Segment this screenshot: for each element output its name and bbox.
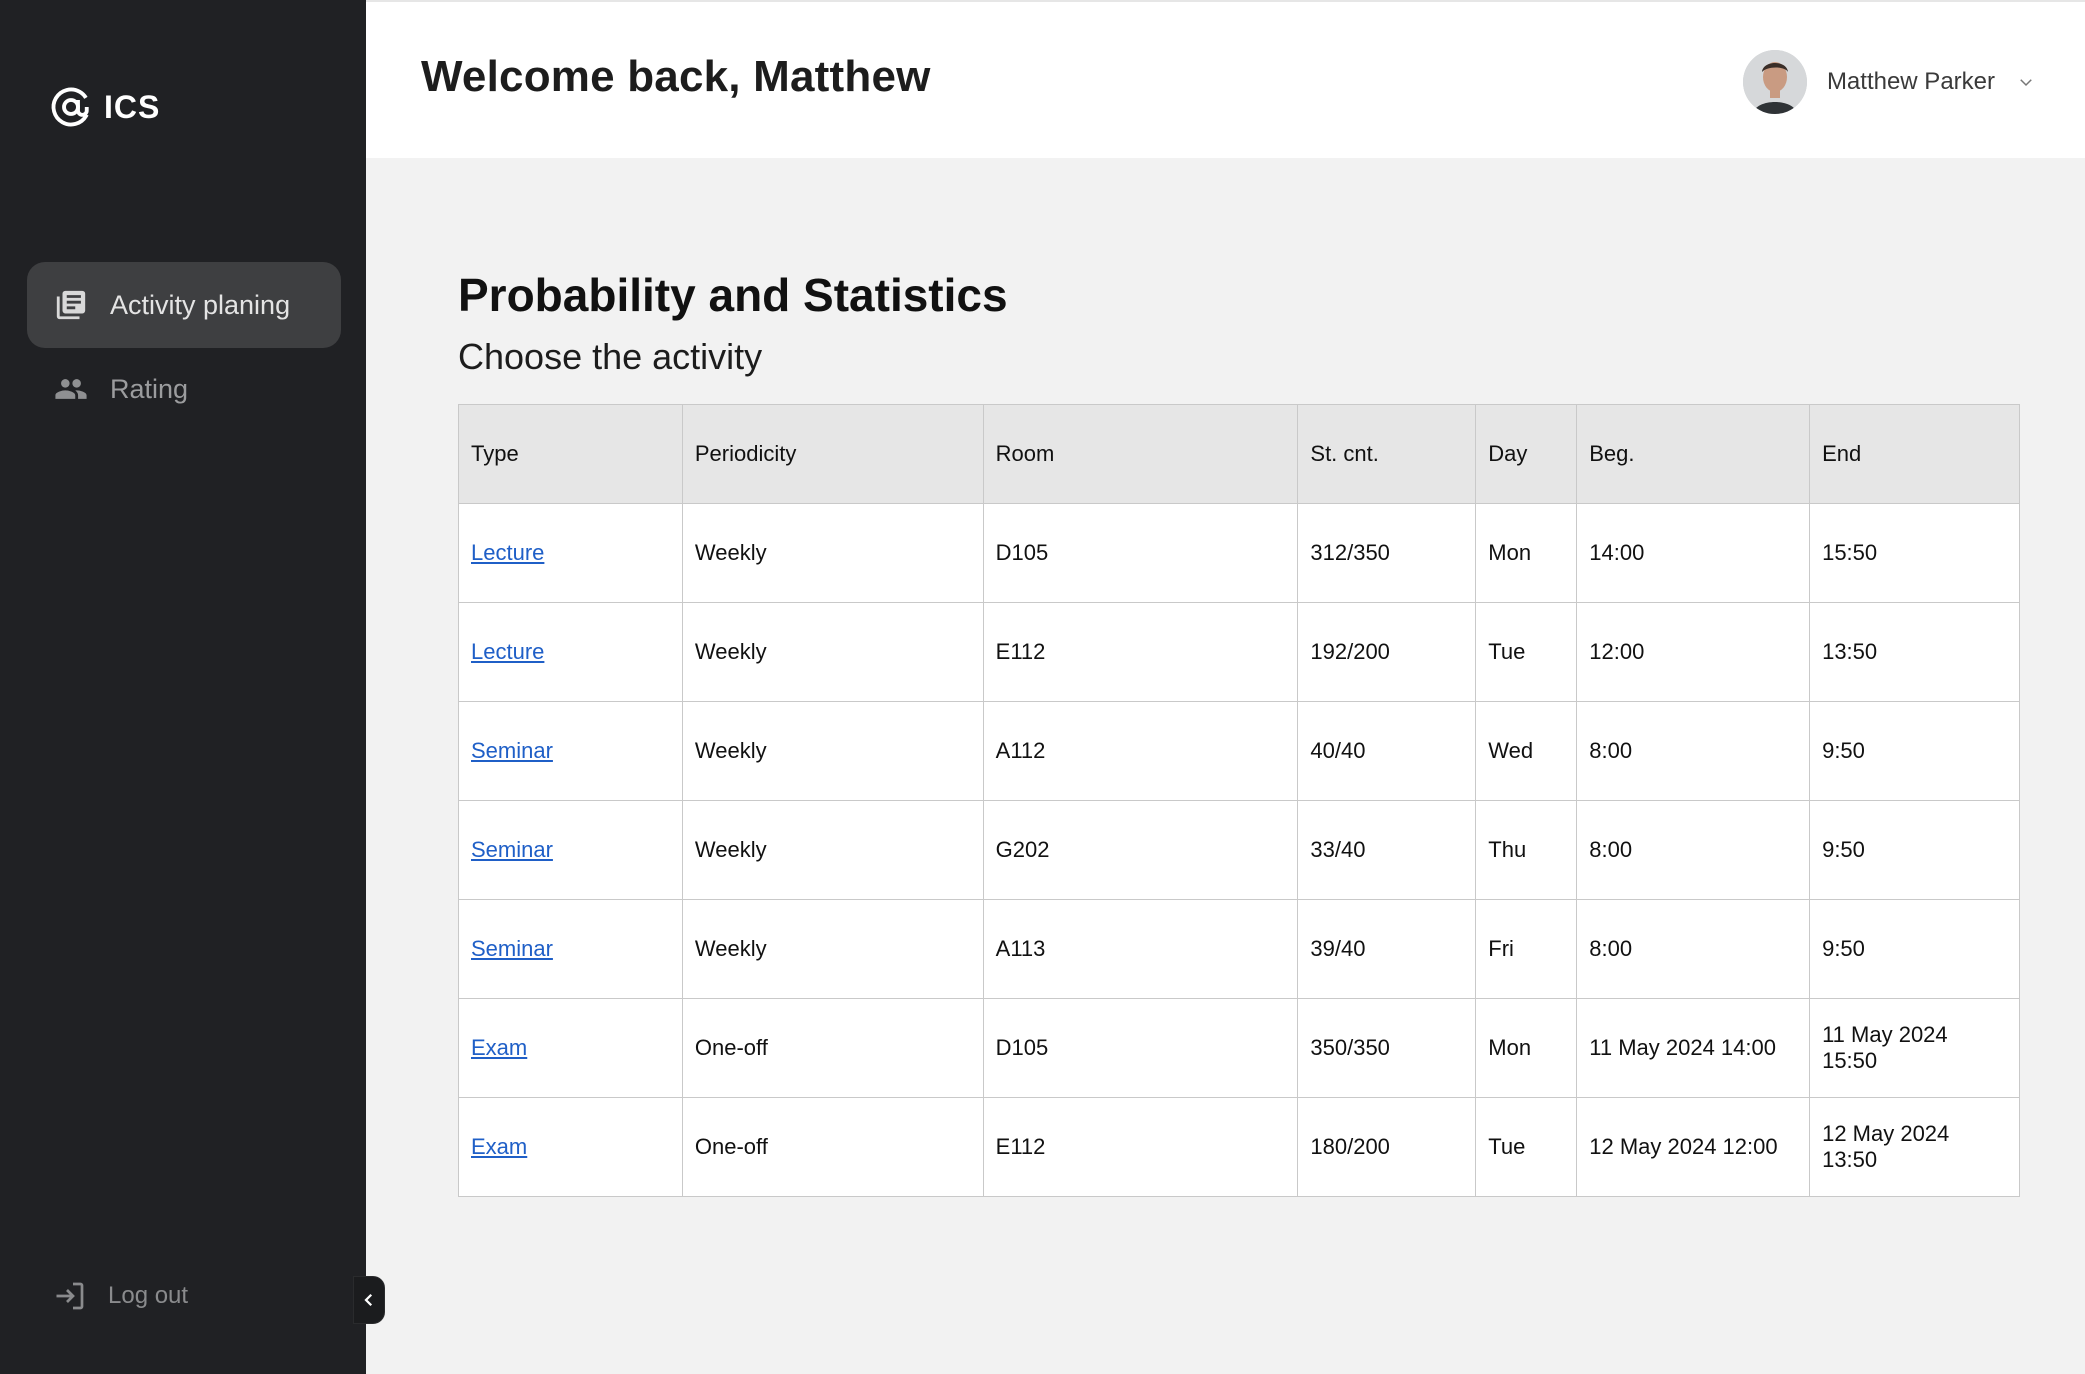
cell-type: Seminar (458, 899, 683, 999)
cell-end: 9:50 (1809, 701, 2020, 801)
cell-type: Lecture (458, 503, 683, 603)
cell-periodicity: Weekly (681, 701, 984, 801)
cell-begin: 11 May 2024 14:00 (1576, 998, 1811, 1098)
column-header-begin[interactable]: Beg. (1576, 404, 1811, 504)
cell-end: 9:50 (1809, 899, 2020, 999)
cell-periodicity: Weekly (681, 503, 984, 603)
cell-periodicity: Weekly (681, 800, 984, 900)
table-row: Exam One-off D105 350/350 Mon 11 May 202… (458, 998, 2020, 1098)
cell-begin: 14:00 (1576, 503, 1811, 603)
sidebar-item-rating[interactable]: Rating (27, 346, 341, 432)
cell-room: D105 (982, 998, 1299, 1098)
cell-type: Exam (458, 998, 683, 1098)
column-header-periodicity[interactable]: Periodicity (681, 404, 984, 504)
cell-day: Wed (1475, 701, 1578, 801)
cell-type: Seminar (458, 701, 683, 801)
cell-student-count: 33/40 (1297, 800, 1477, 900)
cell-periodicity: Weekly (681, 899, 984, 999)
column-header-day[interactable]: Day (1475, 404, 1578, 504)
activity-type-link[interactable]: Seminar (471, 936, 553, 961)
cell-begin: 12 May 2024 12:00 (1576, 1097, 1811, 1197)
cell-begin: 8:00 (1576, 701, 1811, 801)
table-row: Lecture Weekly E112 192/200 Tue 12:00 13… (458, 602, 2020, 702)
welcome-heading: Welcome back, Matthew (421, 52, 931, 101)
activity-type-link[interactable]: Seminar (471, 837, 553, 862)
cell-student-count: 350/350 (1297, 998, 1477, 1098)
cell-student-count: 39/40 (1297, 899, 1477, 999)
table-row: Seminar Weekly G202 33/40 Thu 8:00 9:50 (458, 800, 2020, 900)
activity-type-link[interactable]: Lecture (471, 540, 544, 565)
cell-student-count: 180/200 (1297, 1097, 1477, 1197)
user-menu[interactable]: Matthew Parker (1742, 50, 2035, 114)
cell-type: Exam (458, 1097, 683, 1197)
cell-day: Mon (1475, 998, 1578, 1098)
cell-periodicity: Weekly (681, 602, 984, 702)
top-header: Welcome back, Matthew Matthew Parker (366, 0, 2085, 158)
table-header-row: Type Periodicity Room St. cnt. Day Beg. … (458, 404, 2020, 504)
cell-day: Thu (1475, 800, 1578, 900)
logout-button[interactable]: Log out (52, 1278, 188, 1314)
collapse-sidebar-button[interactable] (353, 1276, 385, 1324)
cell-begin: 8:00 (1576, 800, 1811, 900)
cell-end: 11 May 2024 15:50 (1809, 998, 2020, 1098)
cell-end: 15:50 (1809, 503, 2020, 603)
table-row: Exam One-off E112 180/200 Tue 12 May 202… (458, 1097, 2020, 1197)
table-row: Lecture Weekly D105 312/350 Mon 14:00 15… (458, 503, 2020, 603)
cell-room: A113 (982, 899, 1299, 999)
people-icon (55, 379, 87, 399)
cell-student-count: 192/200 (1297, 602, 1477, 702)
cell-day: Tue (1475, 1097, 1578, 1197)
cell-day: Tue (1475, 602, 1578, 702)
app-logo[interactable]: ICS (50, 86, 160, 128)
cell-student-count: 312/350 (1297, 503, 1477, 603)
activity-type-link[interactable]: Lecture (471, 639, 544, 664)
library-books-icon (56, 290, 86, 320)
cell-periodicity: One-off (681, 1097, 984, 1197)
activities-table: Type Periodicity Room St. cnt. Day Beg. … (458, 404, 2020, 1197)
cell-begin: 8:00 (1576, 899, 1811, 999)
avatar (1742, 50, 1807, 114)
chevron-down-icon (2020, 79, 2032, 87)
chevron-left-icon (364, 1293, 373, 1307)
sidebar-item-label: Rating (110, 373, 189, 404)
cell-end: 12 May 2024 13:50 (1809, 1097, 2020, 1197)
column-header-type[interactable]: Type (458, 404, 683, 504)
cell-day: Fri (1475, 899, 1578, 999)
cell-type: Lecture (458, 602, 683, 702)
cell-room: E112 (982, 1097, 1299, 1197)
column-header-room[interactable]: Room (982, 404, 1299, 504)
cell-room: G202 (982, 800, 1299, 900)
sidebar: ICS Activity planing Rating Log out (0, 0, 385, 1374)
activity-type-link[interactable]: Seminar (471, 738, 553, 763)
at-sign-icon (51, 87, 91, 127)
activity-type-link[interactable]: Exam (471, 1035, 527, 1060)
cell-end: 9:50 (1809, 800, 2020, 900)
cell-room: A112 (982, 701, 1299, 801)
cell-type: Seminar (458, 800, 683, 900)
cell-begin: 12:00 (1576, 602, 1811, 702)
activity-type-link[interactable]: Exam (471, 1134, 527, 1159)
user-name: Matthew Parker (1826, 68, 1995, 95)
cell-room: D105 (982, 503, 1299, 603)
table-row: Seminar Weekly A112 40/40 Wed 8:00 9:50 (458, 701, 2020, 801)
cell-room: E112 (982, 602, 1299, 702)
sidebar-item-label: Activity planing (110, 289, 291, 320)
logout-label: Log out (108, 1282, 189, 1309)
login-icon (56, 1282, 84, 1310)
column-header-end[interactable]: End (1809, 404, 2020, 504)
course-title: Probability and Statistics (458, 269, 1008, 321)
cell-day: Mon (1475, 503, 1578, 603)
cell-student-count: 40/40 (1297, 701, 1477, 801)
page-subtitle: Choose the activity (458, 336, 763, 377)
sidebar-item-activity-planing[interactable]: Activity planing (27, 262, 341, 348)
cell-periodicity: One-off (681, 998, 984, 1098)
column-header-student-count[interactable]: St. cnt. (1297, 404, 1477, 504)
table-row: Seminar Weekly A113 39/40 Fri 8:00 9:50 (458, 899, 2020, 999)
cell-end: 13:50 (1809, 602, 2020, 702)
app-name: ICS (104, 88, 161, 125)
